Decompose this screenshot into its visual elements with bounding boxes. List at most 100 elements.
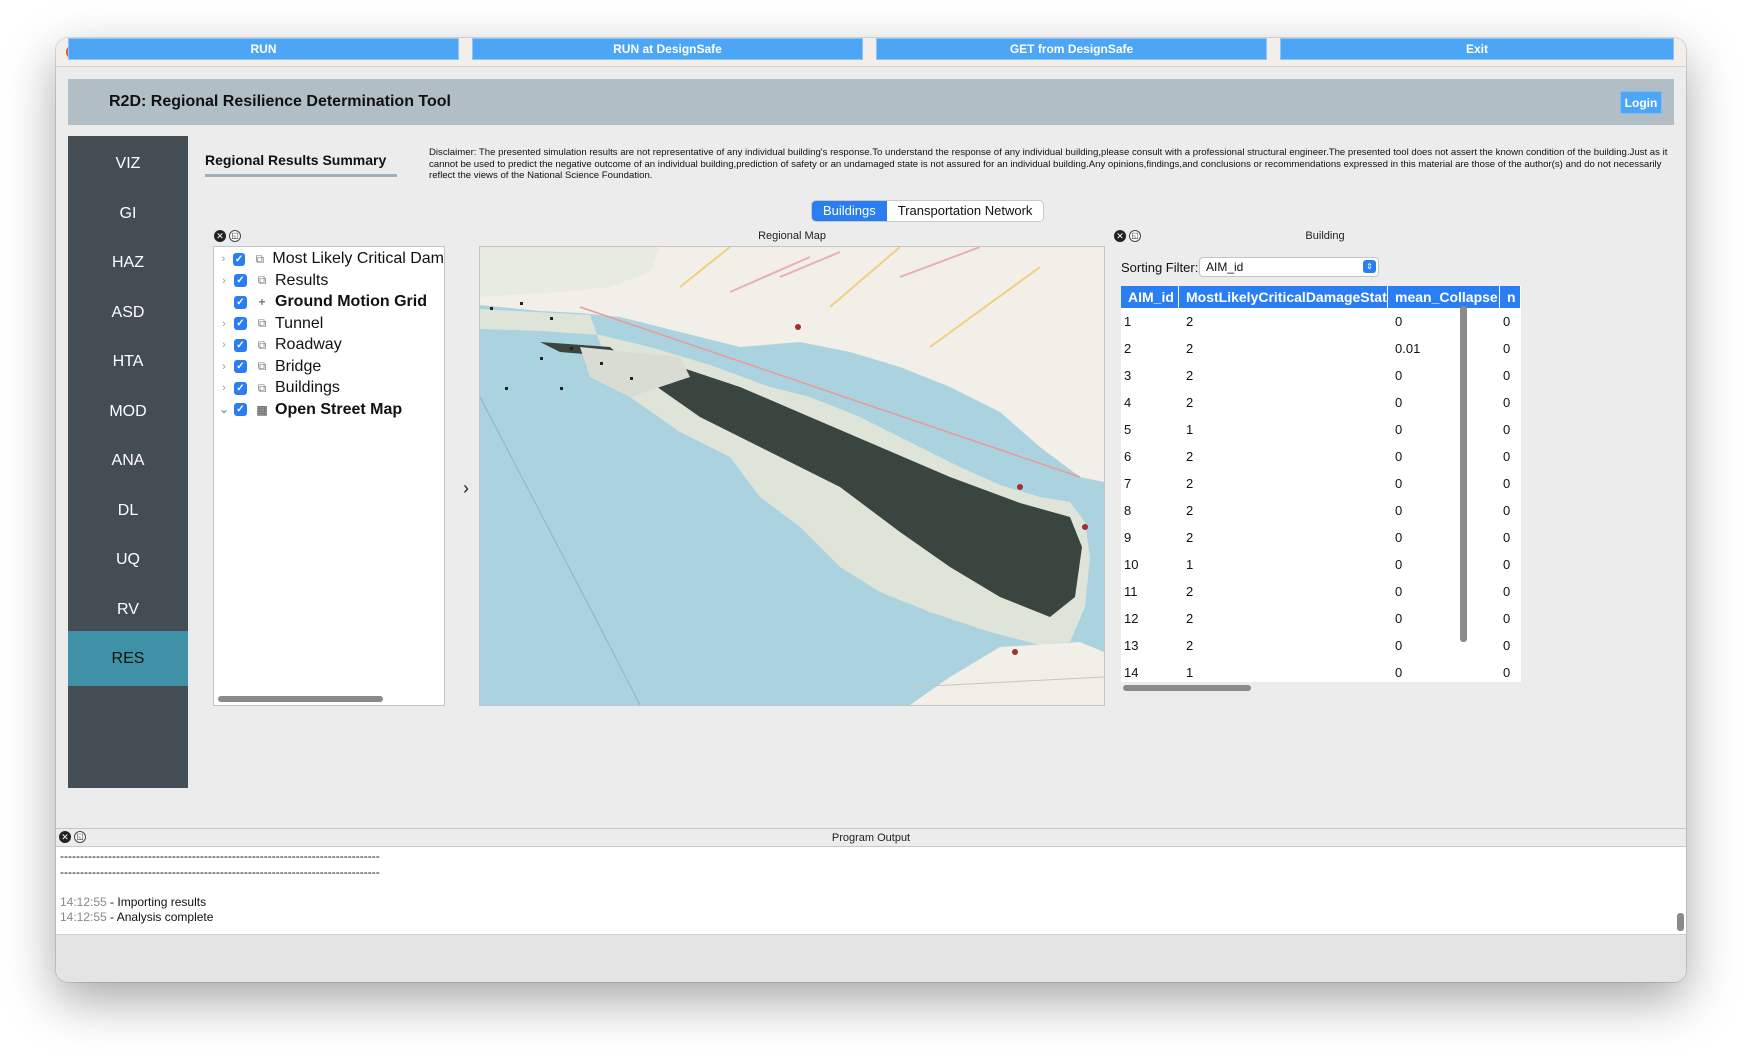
chevron-right-icon[interactable]: › — [214, 253, 233, 265]
sidebar-item-hta[interactable]: HTA — [68, 334, 188, 389]
chevron-right-icon[interactable]: › — [214, 382, 234, 394]
sidebar-item-dl[interactable]: DL — [68, 483, 188, 538]
page-title: Regional Results Summary — [205, 152, 387, 168]
tab-transportation-network[interactable]: Transportation Network — [886, 201, 1044, 221]
sidebar-item-viz[interactable]: VIZ — [68, 136, 188, 191]
log-timestamp: 14:12:55 — [60, 910, 107, 924]
sorting-filter-select[interactable]: AIM_id ⇕ — [1199, 257, 1379, 277]
layer-checkbox[interactable]: ✓ — [234, 295, 247, 309]
layer-label: Tunnel — [275, 314, 324, 332]
login-button[interactable]: Login — [1620, 91, 1662, 114]
table-cell: 0 — [1395, 530, 1403, 545]
table-cell: 0 — [1395, 395, 1403, 410]
table-cell: 0 — [1395, 665, 1403, 680]
sidebar-item-res[interactable]: RES — [68, 631, 188, 686]
layer-checkbox[interactable]: ✓ — [234, 274, 247, 287]
building-panel: ✕ ◱ Building Sorting Filter: AIM_id ⇕ AI… — [1111, 228, 1539, 778]
output-log-line: 14:12:55 - Importing results — [60, 895, 206, 909]
program-output-log[interactable]: ----------------------------------------… — [56, 846, 1686, 935]
tab-buildings[interactable]: Buildings — [812, 201, 887, 221]
horizontal-scrollbar[interactable] — [218, 696, 383, 702]
layer-checkbox[interactable]: ✓ — [234, 360, 247, 373]
log-text: - Importing results — [106, 895, 207, 909]
layer-item[interactable]: › ✓ ⧉ Roadway — [214, 333, 444, 357]
table-cell: 2 — [1124, 341, 1132, 356]
table-cell: 2 — [1186, 341, 1194, 356]
sidebar-item-gi[interactable]: GI — [68, 186, 188, 241]
table-cell: 0 — [1503, 503, 1511, 518]
table-cell: 0 — [1395, 368, 1403, 383]
sidebar-item-rv[interactable]: RV — [68, 582, 188, 637]
table-cell: 2 — [1186, 503, 1194, 518]
column-header-aim-id[interactable]: AIM_id — [1121, 286, 1179, 308]
layer-item[interactable]: › ✓ ⧉ Bridge — [214, 355, 444, 379]
results-tabs: Buildings Transportation Network — [811, 200, 1045, 222]
sidebar-item-haz[interactable]: HAZ — [68, 235, 188, 290]
point-icon: + — [258, 295, 266, 309]
layer-item[interactable]: ✓ + Ground Motion Grid — [214, 290, 444, 314]
table-row[interactable]: 14 1 0 0 — [1121, 659, 1521, 682]
float-panel-icon[interactable]: ◱ — [229, 230, 241, 242]
chevron-right-icon[interactable]: › — [214, 318, 234, 330]
chevron-right-icon[interactable]: › — [463, 478, 469, 499]
column-header-damage-state[interactable]: MostLikelyCriticalDamageState — [1179, 286, 1388, 308]
chevron-right-icon[interactable]: › — [214, 361, 234, 373]
layer-checkbox[interactable]: ✓ — [234, 403, 247, 416]
layer-checkbox[interactable]: ✓ — [234, 317, 247, 330]
sidebar-item-uq[interactable]: UQ — [68, 532, 188, 587]
column-header-mean-collapse[interactable]: mean_Collapse — [1388, 286, 1500, 308]
layer-item[interactable]: › ✓ ⧉ Results — [214, 269, 444, 293]
table-cell: 2 — [1186, 476, 1194, 491]
layer-item[interactable]: › ✓ ⧉ Most Likely Critical Dam — [214, 247, 444, 271]
run-button[interactable]: RUN — [68, 38, 459, 60]
table-cell: 4 — [1124, 395, 1132, 410]
sorting-filter-label: Sorting Filter: — [1121, 260, 1199, 275]
sidebar-item-asd[interactable]: ASD — [68, 285, 188, 340]
table-cell: 0 — [1503, 665, 1511, 680]
exit-button[interactable]: Exit — [1280, 38, 1674, 60]
get-from-designsafe-button[interactable]: GET from DesignSafe — [876, 38, 1267, 60]
table-cell: 0 — [1503, 314, 1511, 329]
window-bottom — [56, 934, 1686, 982]
table-cell: 2 — [1186, 584, 1194, 599]
sidebar-item-ana[interactable]: ANA — [68, 433, 188, 488]
log-text: - Analysis complete — [106, 910, 214, 924]
layer-item[interactable]: › ✓ ⧉ Tunnel — [214, 312, 444, 336]
chevron-updown-icon: ⇕ — [1363, 260, 1376, 273]
table-cell: 0 — [1395, 422, 1403, 437]
chevron-right-icon[interactable]: › — [214, 339, 234, 351]
table-cell: 0 — [1503, 611, 1511, 626]
table-cell: 0 — [1395, 638, 1403, 653]
layer-checkbox[interactable]: ✓ — [234, 338, 247, 352]
vertical-scrollbar[interactable] — [1460, 306, 1468, 642]
regional-map[interactable] — [479, 246, 1105, 706]
table-cell: 2 — [1186, 611, 1194, 626]
horizontal-scrollbar[interactable] — [1123, 685, 1251, 691]
table-header: AIM_id MostLikelyCriticalDamageState mea… — [1121, 286, 1521, 308]
table-cell: 8 — [1124, 503, 1132, 518]
disclaimer-text: Disclaimer: The presented simulation res… — [429, 147, 1668, 181]
table-cell: 2 — [1186, 314, 1194, 329]
layer-checkbox[interactable]: ✓ — [234, 381, 247, 395]
layer-item[interactable]: › ✓ ⧉ Buildings — [214, 376, 444, 400]
table-cell: 0 — [1395, 584, 1403, 599]
run-at-designsafe-button[interactable]: RUN at DesignSafe — [472, 38, 863, 60]
column-header-next[interactable]: n — [1500, 286, 1521, 308]
table-cell: 0 — [1395, 476, 1403, 491]
table-cell: 0 — [1503, 395, 1511, 410]
table-cell: 0 — [1395, 557, 1403, 572]
layer-checkbox[interactable]: ✓ — [232, 252, 246, 266]
layer-item[interactable]: ⌄ ✓ ▦ Open Street Map — [214, 398, 444, 422]
table-cell: 1 — [1186, 422, 1194, 437]
title-underline — [205, 174, 397, 177]
chevron-right-icon[interactable]: › — [214, 275, 234, 287]
close-panel-icon[interactable]: ✕ — [214, 230, 226, 242]
table-cell: 0 — [1503, 584, 1511, 599]
layers-icon: ⧉ — [257, 359, 267, 373]
sidebar-item-mod[interactable]: MOD — [68, 384, 188, 439]
chevron-down-icon[interactable]: ⌄ — [214, 403, 234, 416]
sorting-filter-value: AIM_id — [1206, 260, 1244, 274]
app-header: R2D: Regional Resilience Determination T… — [68, 79, 1674, 125]
vertical-scrollbar[interactable] — [1677, 913, 1684, 931]
map-canvas — [480, 247, 1104, 705]
